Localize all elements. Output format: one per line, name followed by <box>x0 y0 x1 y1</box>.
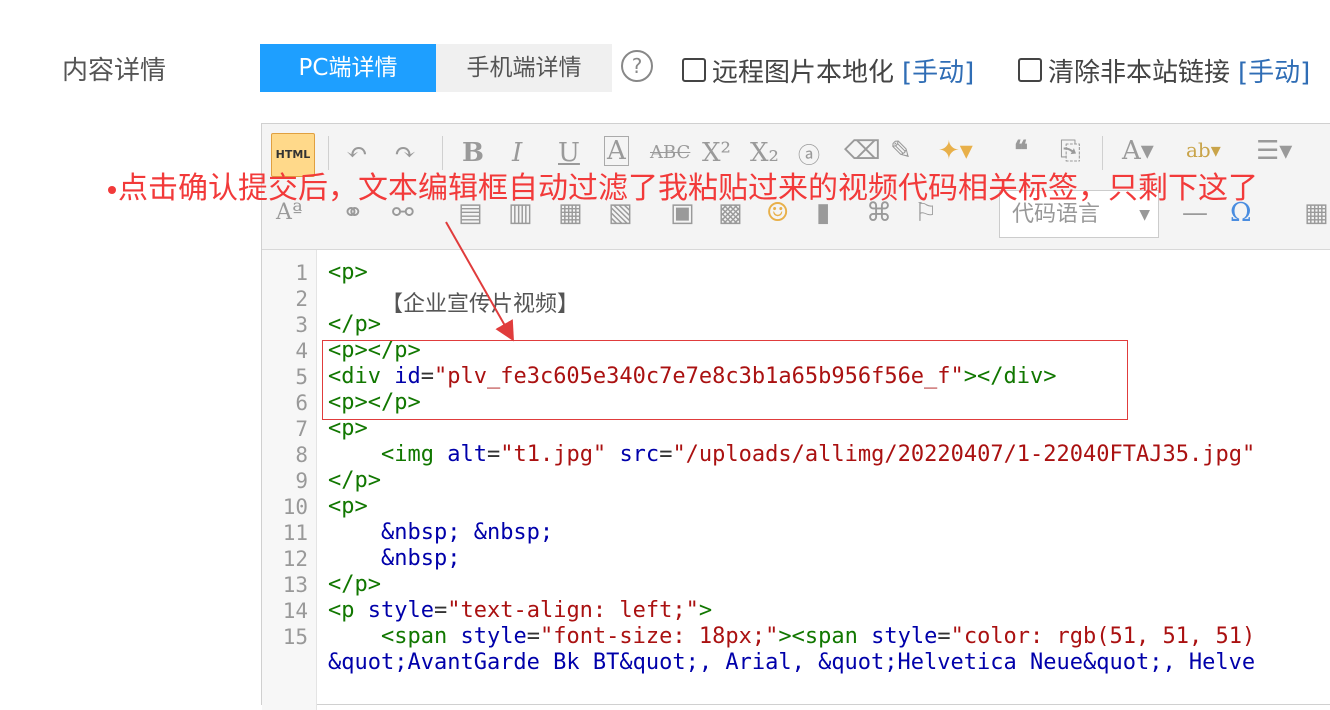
line-number: 10 <box>282 495 308 519</box>
nbsp-entities: &nbsp; <box>380 546 461 571</box>
code-text: 【企业宣传片视频】 <box>380 292 579 317</box>
annotation-text: 点击确认提交后，文本编辑框自动过滤了我粘贴过来的视频代码相关标签，只剩下这了 <box>108 170 1323 208</box>
annotation-dot <box>108 185 116 194</box>
tab-pc-detail[interactable]: PC端详情 <box>260 44 436 92</box>
font-family-continuation: &quot;AvantGarde Bk BT&quot;, Arial, &qu… <box>328 650 1256 675</box>
remote-image-localize-manual-link[interactable]: [手动] <box>902 58 974 88</box>
code-line: <img alt="t1.jpg" src="/uploads/allimg/2… <box>380 442 1256 467</box>
remote-image-localize-label: 远程图片本地化 <box>712 58 895 88</box>
remote-image-localize-checkbox[interactable] <box>682 58 706 82</box>
clear-external-links-checkbox[interactable] <box>1018 58 1042 82</box>
line-number: 8 <box>295 443 308 467</box>
code-line: <p style="text-align: left;"> <box>328 598 713 623</box>
line-number: 6 <box>295 391 308 415</box>
line-number: 11 <box>282 521 308 545</box>
clear-external-links-manual-link[interactable]: [手动] <box>1238 58 1310 88</box>
superscript-icon[interactable]: X² <box>702 138 731 168</box>
code-line: </p> <box>328 312 381 337</box>
code-line: &nbsp; <box>328 546 460 571</box>
img-alt-value: "t1.jpg" <box>500 442 607 467</box>
code-line: <p> <box>328 494 368 519</box>
paste-plain-icon[interactable]: ⎘ <box>1060 136 1081 167</box>
strikethrough-icon[interactable]: ABC <box>650 142 690 163</box>
nbsp-entities: &nbsp; &nbsp; <box>380 520 554 545</box>
line-number: 15 <box>282 625 308 649</box>
code-line: <span style="font-size: 18px;"><span sty… <box>380 624 1256 649</box>
content-detail-label: 内容详情 <box>62 56 167 86</box>
line-number: 9 <box>295 469 308 493</box>
clear-external-links-label: 清除非本站链接 <box>1048 58 1231 88</box>
line-number: 4 <box>295 339 308 363</box>
code-line: &quot;AvantGarde Bk BT&quot;, Arial, &qu… <box>328 650 1255 675</box>
highlight-color-icon[interactable]: ab▾ <box>1186 138 1221 162</box>
remote-image-localize-option[interactable]: 远程图片本地化 [手动] <box>682 52 974 89</box>
line-number: 12 <box>282 547 308 571</box>
font-color-icon[interactable]: A▾ <box>1122 136 1154 166</box>
line-number: 13 <box>282 573 308 597</box>
p-style-value: "text-align: left;" <box>447 598 699 623</box>
undo-icon[interactable]: ↶ <box>346 138 368 168</box>
code-line: </p> <box>328 468 381 493</box>
magic-wand-icon[interactable]: ✦▾ <box>938 136 973 166</box>
line-number-gutter: 1 2 3 4 5 6 7 8 9 10 11 12 13 14 15 <box>262 250 317 710</box>
code-line: <p> <box>328 260 368 285</box>
clear-external-links-option[interactable]: 清除非本站链接 [手动] <box>1018 52 1310 89</box>
line-number: 2 <box>295 287 308 311</box>
format-brush-icon[interactable]: ✎ <box>890 136 912 166</box>
img-src-value: "/uploads/allimg/20220407/1-22040FTAJ35.… <box>672 442 1256 467</box>
subscript-icon[interactable]: X₂ <box>750 138 779 168</box>
eraser-icon[interactable]: ⌫ <box>844 136 881 166</box>
source-code-area[interactable]: 1 2 3 4 5 6 7 8 9 10 11 12 13 14 15 <p> … <box>262 250 1330 710</box>
line-number: 1 <box>295 261 308 285</box>
highlight-box <box>322 340 1128 420</box>
italic-icon[interactable]: I <box>512 138 522 168</box>
line-number: 7 <box>295 417 308 441</box>
code-line: </p> <box>328 572 381 597</box>
redo-icon[interactable]: ↷ <box>394 138 416 168</box>
tab-mobile-detail[interactable]: 手机端详情 <box>436 44 612 92</box>
bold-icon[interactable]: B <box>462 138 484 168</box>
annotation-message: 点击确认提交后，文本编辑框自动过滤了我粘贴过来的视频代码相关标签，只剩下这了 <box>118 171 1258 206</box>
span-style-value: "font-size: 18px;" <box>539 624 779 649</box>
auto-format-icon[interactable]: ⓐ <box>798 138 820 170</box>
span-style-value: "color: rgb(51, 51, 51) <box>950 624 1256 649</box>
line-number: 14 <box>282 599 308 623</box>
underline-icon[interactable]: U <box>558 138 580 168</box>
blockquote-icon[interactable]: ❝ <box>1014 136 1028 166</box>
font-border-icon[interactable]: A <box>604 136 629 166</box>
line-number: 5 <box>295 365 308 389</box>
line-number: 3 <box>295 313 308 337</box>
code-line: &nbsp; &nbsp; <box>328 520 553 545</box>
help-icon[interactable]: ? <box>621 50 653 82</box>
ordered-list-icon[interactable]: ☰▾ <box>1256 136 1292 166</box>
